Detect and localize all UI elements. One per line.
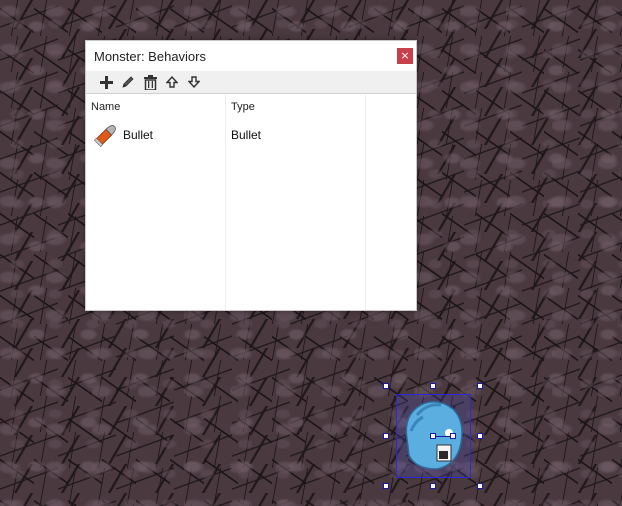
add-behavior-button[interactable] [98,74,114,90]
behaviors-dialog: Monster: Behaviors × Name Type Bullet Bu… [85,40,417,311]
pencil-icon [122,76,134,88]
move-down-button[interactable] [186,74,202,90]
resize-handle-bottom-right[interactable] [477,483,483,489]
trash-icon [143,74,157,90]
resize-handle-bottom[interactable] [430,483,436,489]
list-header: Name Type [86,95,416,119]
resize-handle-bottom-left[interactable] [383,483,389,489]
resize-handle-left[interactable] [383,433,389,439]
close-button[interactable]: × [397,48,413,64]
arrow-down-icon [188,76,200,88]
bullet-icon [93,125,116,148]
image-point-handle[interactable] [450,433,456,439]
behaviors-list: Name Type Bullet Bullet [86,95,416,310]
column-header-name[interactable]: Name [91,101,120,113]
arrow-up-icon [166,76,178,88]
behavior-name: Bullet [123,128,154,142]
move-up-button[interactable] [164,74,180,90]
close-icon: × [400,49,410,62]
resize-handle-right[interactable] [477,433,483,439]
behaviors-toolbar [86,71,416,94]
plus-icon [99,75,113,89]
resize-handle-top[interactable] [430,383,436,389]
dialog-titlebar[interactable]: Monster: Behaviors × [86,41,416,71]
delete-behavior-button[interactable] [142,74,158,90]
resize-handle-top-left[interactable] [383,383,389,389]
behavior-type: Bullet [231,128,262,142]
dialog-title: Monster: Behaviors [94,48,206,64]
image-point-line [436,436,450,437]
resize-handle-top-right[interactable] [477,383,483,389]
edit-behavior-button[interactable] [120,74,136,90]
list-item[interactable]: Bullet Bullet [86,119,416,151]
column-header-type[interactable]: Type [231,101,255,113]
